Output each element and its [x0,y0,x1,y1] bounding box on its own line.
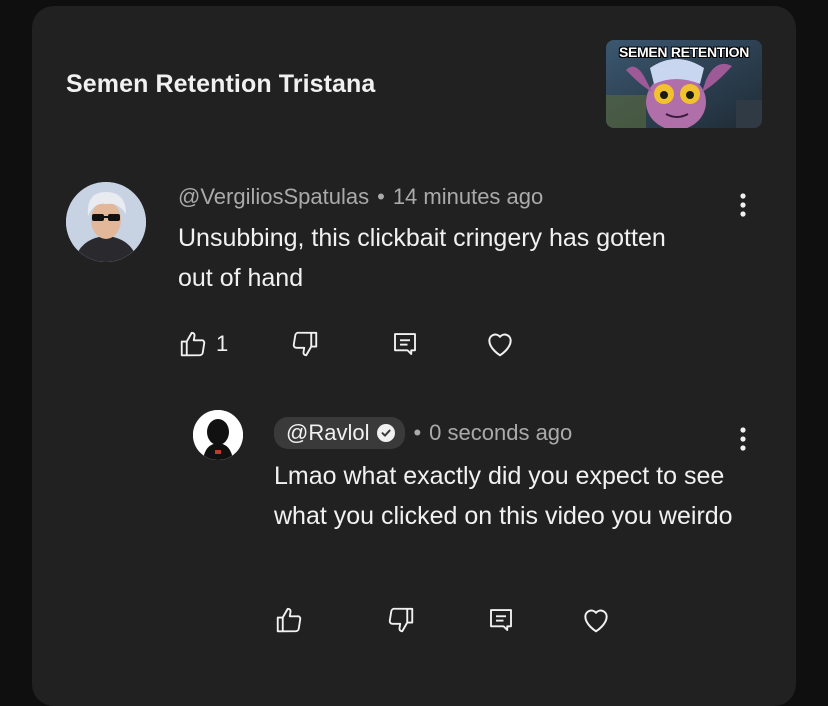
heart-icon [488,333,512,357]
dislike-button[interactable] [386,602,416,638]
like-button[interactable]: 1 [178,326,228,362]
reply-author-chip[interactable]: @Ravlol [274,417,406,449]
comment-timestamp: 14 minutes ago [392,184,544,209]
like-count: 1 [216,331,229,356]
video-title[interactable]: Semen Retention Tristana [66,70,375,99]
video-thumbnail[interactable]: SEMEN RETENTION [606,40,762,128]
more-vert-icon [740,427,746,451]
thumbs-up-icon [180,331,206,357]
reply-text: Lmao what exactly did you expect to see … [274,462,733,530]
heart-button[interactable] [484,326,516,362]
avatar[interactable] [66,182,146,262]
thumbs-down-icon [388,607,414,633]
reply-button[interactable] [390,326,420,362]
user-avatar-image [193,410,243,460]
dislike-button[interactable] [290,326,320,362]
more-options-button[interactable] [731,190,755,220]
reply-icon [394,333,416,355]
meta-separator: • [377,184,385,209]
thumbnail-text: SEMEN RETENTION [618,44,750,60]
thumbs-up-icon [276,607,302,633]
comment-card: Semen Retention Tristana SEMEN RETENTION… [32,6,796,706]
user-avatar-image [66,182,146,262]
reply-more-options-button[interactable] [731,424,755,454]
heart-icon [584,609,608,633]
reply-meta: @Ravlol • 0 seconds ago [274,416,572,450]
reply-avatar[interactable] [193,410,243,460]
reply-icon [490,609,512,631]
thumbs-down-icon [292,331,318,357]
more-vert-icon [740,193,746,217]
meta-separator: • [413,420,422,445]
verified-check-icon [377,424,396,442]
reply-timestamp: 0 seconds ago [429,420,573,445]
reply-button[interactable] [486,602,516,638]
comment-meta: @VergiliosSpatulas • 14 minutes ago [178,182,543,212]
comment-text: Unsubbing, this clickbait cringery has g… [178,224,666,292]
like-button[interactable] [274,602,304,638]
reply-author: @Ravlol [286,420,370,445]
heart-button[interactable] [580,602,612,638]
comment-author[interactable]: @VergiliosSpatulas [178,184,369,210]
